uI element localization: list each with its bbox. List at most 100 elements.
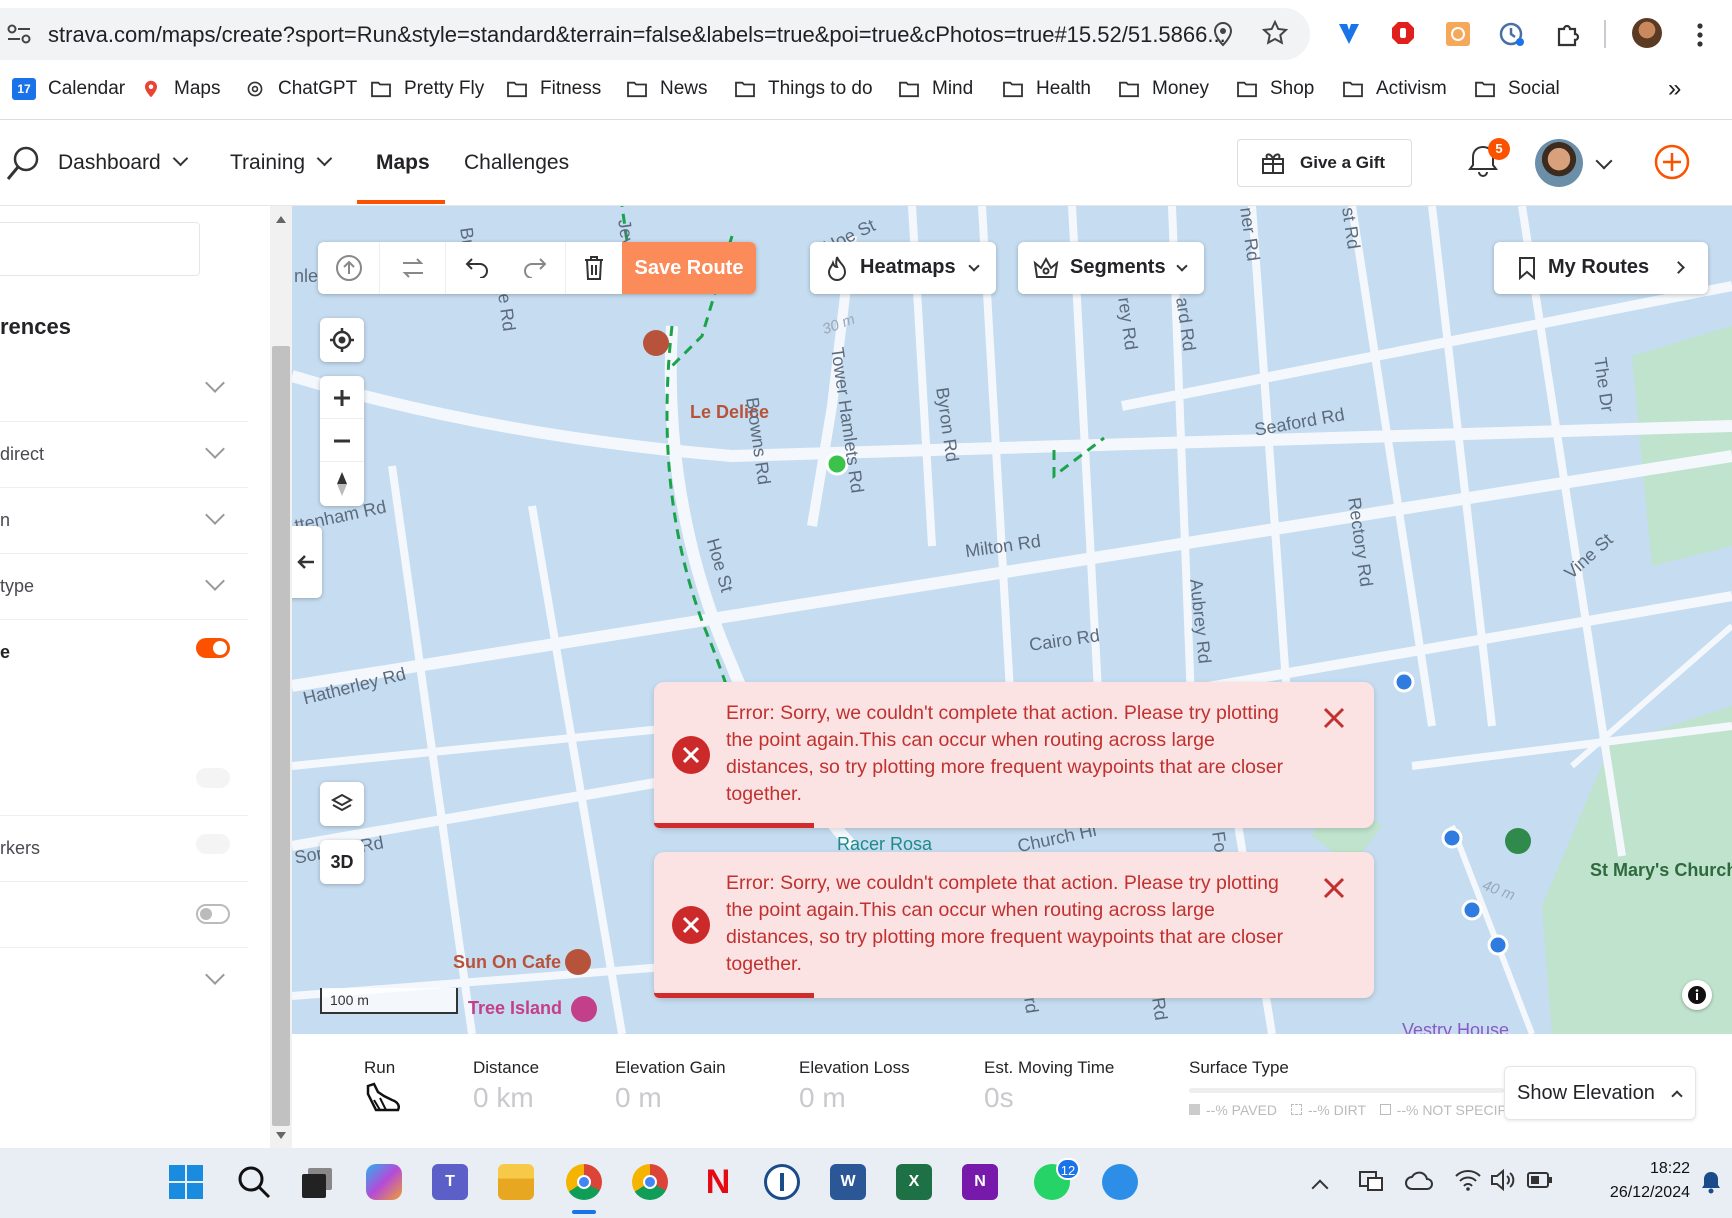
cloud-icon[interactable] xyxy=(1404,1170,1434,1192)
toggle-switch[interactable] xyxy=(196,768,230,788)
site-info-icon[interactable] xyxy=(6,22,32,46)
undo-button[interactable] xyxy=(446,242,506,294)
toggle-switch[interactable] xyxy=(196,904,230,924)
clock-date[interactable]: 26/12/2024 xyxy=(1570,1184,1690,1202)
task-view-icon[interactable] xyxy=(300,1166,336,1200)
address-bar[interactable]: strava.com/maps/create?sport=Run&style=s… xyxy=(0,8,1310,60)
url-text[interactable]: strava.com/maps/create?sport=Run&style=s… xyxy=(48,22,1226,48)
scroll-up-arrow-icon[interactable] xyxy=(276,216,286,223)
bookmark-folder[interactable]: Fitness xyxy=(506,76,601,102)
excel-icon[interactable]: X xyxy=(896,1164,932,1200)
bookmark-star-icon[interactable] xyxy=(1262,20,1288,46)
upload-button[interactable] xyxy=(318,242,380,294)
location-pin-icon[interactable] xyxy=(1212,21,1234,47)
extension-orange-icon[interactable] xyxy=(1444,20,1472,48)
bookmark-folder[interactable]: Money xyxy=(1118,76,1209,102)
show-elevation-button[interactable]: Show Elevation xyxy=(1504,1066,1696,1120)
bookmark-folder[interactable]: Health xyxy=(1002,76,1091,102)
bookmarks-overflow-button[interactable]: » xyxy=(1668,75,1681,102)
bookmark-calendar[interactable]: 17 Calendar xyxy=(12,76,125,102)
zoom-out-button[interactable] xyxy=(320,419,364,462)
bookmark-maps[interactable]: Maps xyxy=(140,76,220,102)
close-icon[interactable] xyxy=(1322,876,1346,900)
extensions-puzzle-icon[interactable] xyxy=(1554,20,1582,48)
heatmaps-dropdown[interactable]: Heatmaps xyxy=(810,242,996,294)
trash-icon xyxy=(585,256,603,280)
reverse-route-button[interactable] xyxy=(380,242,446,294)
nav-training[interactable]: Training xyxy=(230,150,333,175)
add-icon[interactable] xyxy=(1653,143,1691,181)
sidebar-row[interactable]: n xyxy=(0,488,248,554)
chrome-profile-icon[interactable] xyxy=(632,1164,668,1200)
nav-dashboard[interactable]: Dashboard xyxy=(58,150,189,175)
bookmark-folder[interactable]: Mind xyxy=(898,76,973,102)
sidebar-input[interactable] xyxy=(0,222,200,276)
three-d-button[interactable]: 3D xyxy=(320,840,364,884)
segments-dropdown[interactable]: Segments xyxy=(1018,242,1204,294)
battery-icon[interactable] xyxy=(1526,1170,1554,1190)
map-layers-button[interactable] xyxy=(320,782,364,826)
sidebar-row[interactable] xyxy=(0,948,248,1014)
password-manager-icon[interactable] xyxy=(764,1164,800,1200)
redo-button[interactable] xyxy=(506,242,566,294)
extension-clock-icon[interactable] xyxy=(1498,20,1526,48)
locate-me-button[interactable] xyxy=(320,318,364,362)
sidebar-row[interactable]: e xyxy=(0,620,248,750)
sidebar-row[interactable] xyxy=(0,356,248,422)
delete-route-button[interactable] xyxy=(566,242,622,294)
search-icon[interactable] xyxy=(4,145,40,183)
copilot-icon[interactable] xyxy=(366,1164,402,1200)
profile-avatar[interactable] xyxy=(1632,18,1662,48)
word-icon[interactable]: W xyxy=(830,1164,866,1200)
sidebar-row[interactable] xyxy=(0,750,248,816)
windows-start-icon[interactable] xyxy=(168,1164,204,1200)
compass-button[interactable] xyxy=(320,462,364,506)
run-shoe-icon[interactable] xyxy=(364,1080,402,1116)
close-icon[interactable] xyxy=(1322,706,1346,730)
sidebar-row[interactable] xyxy=(0,882,248,948)
teams-icon[interactable]: T xyxy=(432,1164,468,1200)
bookmark-folder[interactable]: Social xyxy=(1474,76,1560,102)
extension-shield-icon[interactable] xyxy=(1336,20,1362,48)
network-device-icon[interactable] xyxy=(1358,1168,1384,1194)
bookmark-folder[interactable]: Activism xyxy=(1342,76,1447,102)
sidebar-row[interactable]: rkers xyxy=(0,816,248,882)
give-gift-button[interactable]: Give a Gift xyxy=(1237,139,1412,187)
avatar[interactable] xyxy=(1535,139,1583,187)
file-explorer-icon[interactable] xyxy=(498,1164,534,1200)
clock-time[interactable]: 18:22 xyxy=(1620,1160,1690,1178)
bookmark-folder[interactable]: Pretty Fly xyxy=(370,76,484,102)
bookmark-chatgpt[interactable]: ChatGPT xyxy=(244,76,357,102)
toggle-switch[interactable] xyxy=(196,834,230,854)
bookmark-folder[interactable]: News xyxy=(626,76,708,102)
sidebar-row[interactable]: type xyxy=(0,554,248,620)
zoom-in-button[interactable] xyxy=(320,376,364,419)
chevron-up-icon[interactable] xyxy=(1311,1179,1329,1197)
route-map[interactable]: Le Delice Tower Hamlets Rd Browns Rd Byr… xyxy=(292,206,1732,1034)
sidebar-scrollbar[interactable] xyxy=(270,206,292,1148)
bookmark-folder[interactable]: Shop xyxy=(1236,76,1314,102)
route-toolbar: Save Route xyxy=(318,242,756,294)
search-icon[interactable] xyxy=(236,1164,272,1200)
bookmark-folder[interactable]: Things to do xyxy=(734,76,873,102)
browser-menu-icon[interactable] xyxy=(1694,22,1706,48)
scroll-down-arrow-icon[interactable] xyxy=(276,1132,286,1139)
collapse-sidebar-button[interactable] xyxy=(292,526,322,598)
nav-maps[interactable]: Maps xyxy=(376,151,430,175)
toggle-switch[interactable] xyxy=(196,638,230,658)
feedback-icon[interactable] xyxy=(1102,1164,1138,1200)
my-routes-button[interactable]: My Routes xyxy=(1494,242,1708,294)
notification-bell-icon[interactable] xyxy=(1700,1170,1722,1194)
save-route-button[interactable]: Save Route xyxy=(622,242,756,294)
chevron-down-icon[interactable] xyxy=(1595,152,1613,170)
sidebar-row[interactable]: direct xyxy=(0,422,248,488)
extension-stop-icon[interactable] xyxy=(1390,20,1416,48)
onenote-icon[interactable]: N xyxy=(962,1164,998,1200)
netflix-icon[interactable]: N xyxy=(700,1164,736,1200)
chrome-icon[interactable] xyxy=(566,1164,602,1200)
scrollbar-thumb[interactable] xyxy=(272,346,290,1126)
map-info-button[interactable] xyxy=(1682,980,1712,1010)
volume-icon[interactable] xyxy=(1490,1168,1516,1192)
wifi-icon[interactable] xyxy=(1454,1168,1482,1192)
nav-challenges[interactable]: Challenges xyxy=(464,151,569,175)
